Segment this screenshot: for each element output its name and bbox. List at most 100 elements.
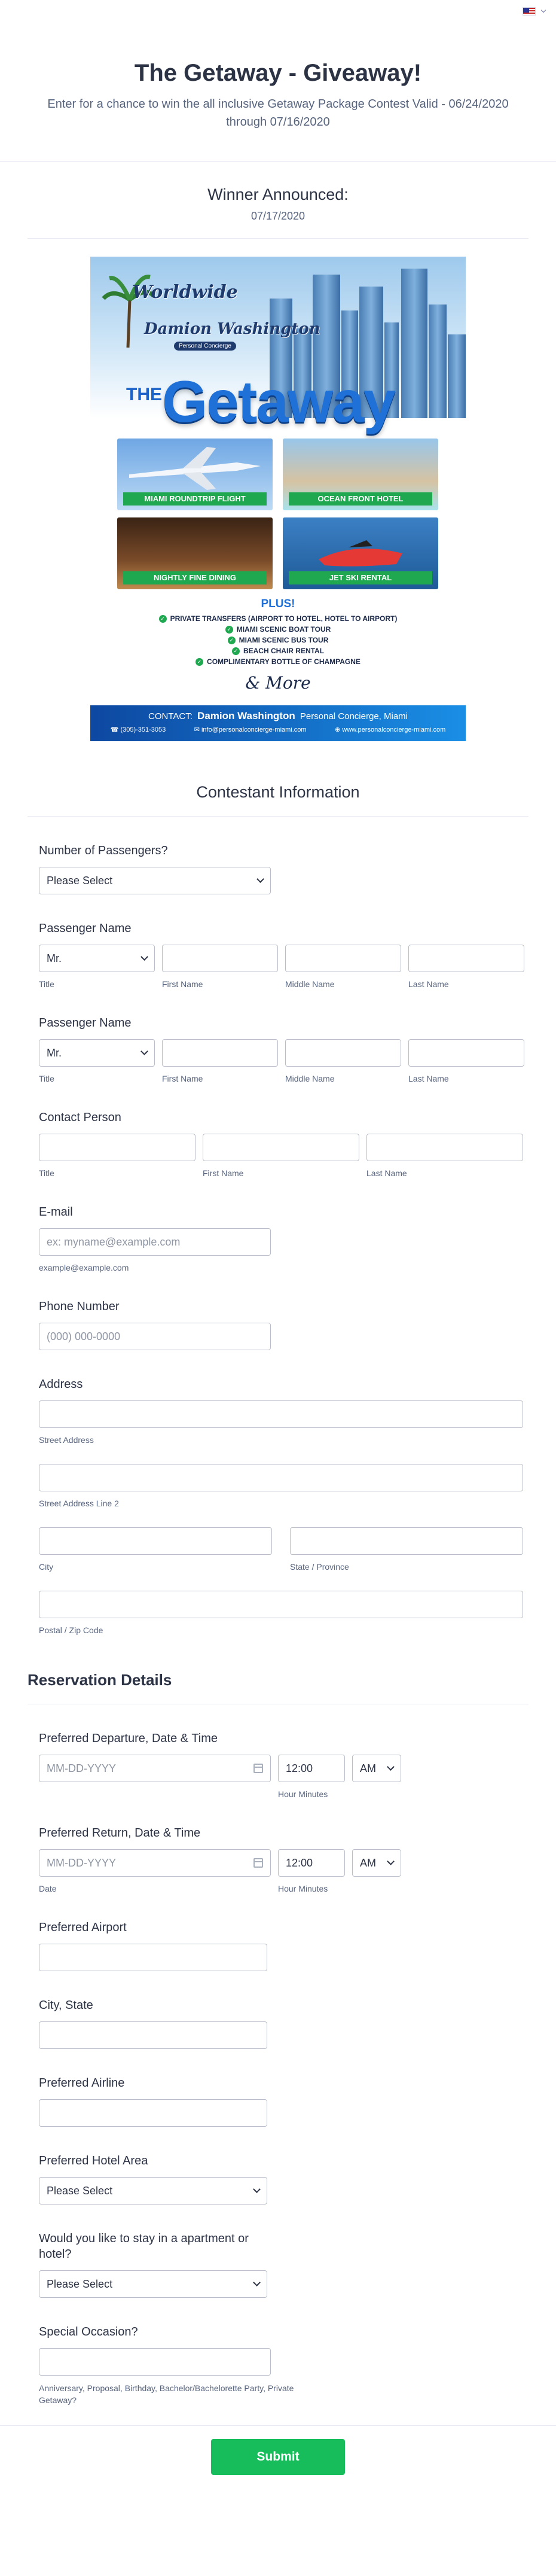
check-icon: ✓	[158, 615, 167, 623]
sublabel: Last Name	[366, 1168, 407, 1178]
mail-icon: ✉	[194, 726, 201, 733]
email-field: E-mail ex: myname@example.com example@ex…	[39, 1204, 556, 1272]
contact-role: Personal Concierge, Miami	[300, 711, 408, 721]
winner-title: Winner Announced:	[207, 185, 349, 203]
street-address-line2-input[interactable]	[39, 1464, 523, 1491]
dining-tile: NIGHTLY FINE DINING	[117, 517, 273, 589]
phone-input[interactable]: (000) 000-0000	[39, 1323, 271, 1350]
city-state-label: City, State	[39, 1999, 93, 2012]
airport-field: Preferred Airport	[39, 1920, 556, 1971]
sublabel: Last Name	[408, 979, 449, 989]
phone-label: Phone Number	[39, 1300, 120, 1313]
passenger2-field: Passenger Name Mr. Title First Name Middl…	[39, 1015, 556, 1083]
airport-input[interactable]	[39, 1944, 267, 1971]
sublabel: Date	[39, 1884, 57, 1893]
perk-item: ✓ COMPLIMENTARY BOTTLE OF CHAMPAGNE	[90, 656, 466, 667]
globe-icon: ⊕	[334, 726, 343, 733]
promo-the: THE	[126, 385, 162, 404]
departure-label: Preferred Departure, Date & Time	[39, 1732, 218, 1745]
return-date-input[interactable]: MM-DD-YYYY	[39, 1849, 271, 1877]
form-header: The Getaway - Giveaway! Enter for a chan…	[0, 0, 556, 162]
passenger2-title-select[interactable]: Mr.	[39, 1039, 155, 1067]
return-field: Preferred Return, Date & Time MM-DD-YYYY…	[39, 1825, 556, 1893]
passenger1-label: Passenger Name	[39, 922, 132, 935]
calendar-icon[interactable]	[253, 1858, 263, 1868]
calendar-icon[interactable]	[253, 1764, 263, 1773]
passenger1-first-name-input[interactable]	[162, 945, 278, 972]
hotel-area-field: Preferred Hotel Area Please Select	[39, 2153, 556, 2204]
tile-label: MIAMI ROUNDTRIP FLIGHT	[123, 492, 267, 506]
passenger2-first-name-input[interactable]	[162, 1039, 278, 1067]
chevron-down-icon	[253, 2279, 261, 2286]
passenger1-title-select[interactable]: Mr.	[39, 945, 155, 972]
occasion-label: Special Occasion?	[39, 2325, 138, 2339]
occasion-input[interactable]	[39, 2348, 271, 2376]
passenger1-last-name-input[interactable]	[408, 945, 524, 972]
tile-label: NIGHTLY FINE DINING	[123, 571, 267, 584]
occasion-field: Special Occasion? Anniversary, Proposal,…	[39, 2324, 556, 2406]
email-input[interactable]: ex: myname@example.com	[39, 1228, 271, 1256]
chevron-down-icon	[140, 1048, 148, 1055]
hotel-area-select[interactable]: Please Select	[39, 2177, 267, 2204]
submit-button[interactable]: Submit	[211, 2439, 345, 2475]
departure-date-input[interactable]: MM-DD-YYYY	[39, 1755, 271, 1782]
form-footer: Submit	[0, 2425, 556, 2475]
occasion-note: Anniversary, Proposal, Birthday, Bachelo…	[39, 2383, 294, 2405]
sublabel: State / Province	[290, 1562, 349, 1572]
language-selector[interactable]	[523, 7, 546, 16]
return-time-input[interactable]: 12:00	[278, 1849, 345, 1877]
airplane-icon	[129, 447, 261, 490]
postal-input[interactable]	[39, 1591, 523, 1618]
sublabel: First Name	[162, 979, 203, 989]
city-state-input[interactable]	[39, 2021, 267, 2049]
passenger1-middle-name-input[interactable]	[285, 945, 401, 972]
return-ampm-select[interactable]: AM	[352, 1849, 401, 1877]
passenger2-last-name-input[interactable]	[408, 1039, 524, 1067]
passengers-select[interactable]: Please Select	[39, 867, 271, 894]
city-input[interactable]	[39, 1527, 272, 1555]
perk-item: ✓ MIAMI SCENIC BUS TOUR	[90, 635, 466, 645]
passengers-field: Number of Passengers? Please Select	[39, 843, 556, 894]
check-icon: ✓	[231, 647, 240, 655]
sublabel: Hour Minutes	[278, 1789, 328, 1799]
passenger2-middle-name-input[interactable]	[285, 1039, 401, 1067]
sublabel: Street Address Line 2	[39, 1499, 119, 1508]
brand-line-1: Worldwide	[132, 282, 238, 303]
sublabel: Last Name	[408, 1074, 449, 1083]
chevron-down-icon	[256, 875, 264, 883]
sublabel: Postal / Zip Code	[39, 1625, 103, 1635]
promo-image: Worldwide Damion Washington Personal Con…	[90, 257, 466, 747]
contact-title-input[interactable]	[39, 1134, 195, 1161]
airline-field: Preferred Airline	[39, 2075, 556, 2127]
stay-select[interactable]: Please Select	[39, 2270, 267, 2298]
address-label: Address	[39, 1378, 83, 1391]
city-state-field: City, State	[39, 1998, 556, 2049]
check-icon: ✓	[225, 626, 233, 634]
airline-input[interactable]	[39, 2099, 267, 2127]
perk-item: ✓ MIAMI SCENIC BOAT TOUR	[90, 624, 466, 635]
state-input[interactable]	[290, 1527, 523, 1555]
reservation-section-title: Reservation Details	[28, 1671, 528, 1704]
sublabel: Middle Name	[285, 979, 335, 989]
chevron-down-icon	[253, 2185, 261, 2193]
passenger1-field: Passenger Name Mr. Title First Name Middl…	[39, 921, 556, 989]
promo-more: & More	[245, 673, 311, 693]
page-title: The Getaway - Giveaway!	[134, 60, 422, 86]
brand-tag: Personal Concierge	[174, 342, 236, 351]
winner-date: 07/17/2020	[250, 210, 306, 222]
sublabel: Hour Minutes	[278, 1884, 328, 1893]
promo-plus: PLUS!	[261, 598, 295, 610]
street-address-input[interactable]	[39, 1400, 523, 1428]
contact-person-field: Contact Person Title First Name Last Nam…	[39, 1110, 556, 1178]
hotel-tile: OCEAN FRONT HOTEL	[283, 439, 438, 510]
stay-label: Would you like to stay in a apartment or…	[39, 2232, 249, 2261]
contact-last-name-input[interactable]	[366, 1134, 523, 1161]
promo-getaway: Getaway	[162, 369, 396, 434]
address-field: Address Street Address Street Address Li…	[39, 1377, 556, 1635]
contact-first-name-input[interactable]	[203, 1134, 359, 1161]
passengers-label: Number of Passengers?	[39, 844, 168, 857]
chevron-down-icon	[540, 7, 546, 13]
check-icon: ✓	[227, 637, 236, 644]
departure-time-input[interactable]: 12:00	[278, 1755, 345, 1782]
departure-ampm-select[interactable]: AM	[352, 1755, 401, 1782]
